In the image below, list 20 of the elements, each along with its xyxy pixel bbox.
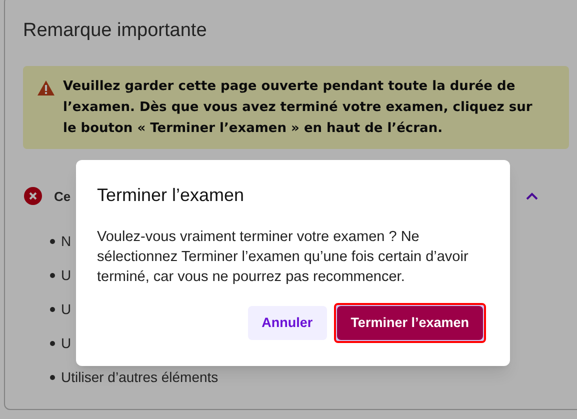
finish-button[interactable]: Terminer l’examen [336,306,483,340]
list-item: Utiliser d’autres éléments [61,368,218,386]
chevron-up-icon[interactable] [526,192,538,200]
bullet-icon [50,272,55,278]
cancel-button[interactable]: Annuler [248,306,327,340]
bullet-icon [50,374,55,380]
notice-text: Veuillez garder cette page ouverte pendant toute la durée de l’examen. Dès que vous avez terminé votre examen, cliquez sur le bouton « Terminer l’examen » en haut de l’écran. [63,78,534,138]
dialog-title: Terminer l’examen [97,184,246,207]
bullet-icon [50,238,55,244]
bullet-icon [50,306,55,312]
list-item: U [61,300,72,318]
section-title: Ce [54,188,71,206]
page-title: Remarque importante [23,19,208,43]
list-item: U [61,334,72,352]
error-icon [24,187,42,206]
list-item: U [61,266,72,284]
list-item: N [61,232,72,250]
bullet-icon [50,340,55,346]
dialog-message: Voulez-vous vraiment terminer votre examen ? Ne sélectionnez Terminer l’examen qu’une fois certain d’avoir terminé, car vous ne pourrez pas recommencer. [97,228,470,287]
warning-icon [37,80,55,96]
